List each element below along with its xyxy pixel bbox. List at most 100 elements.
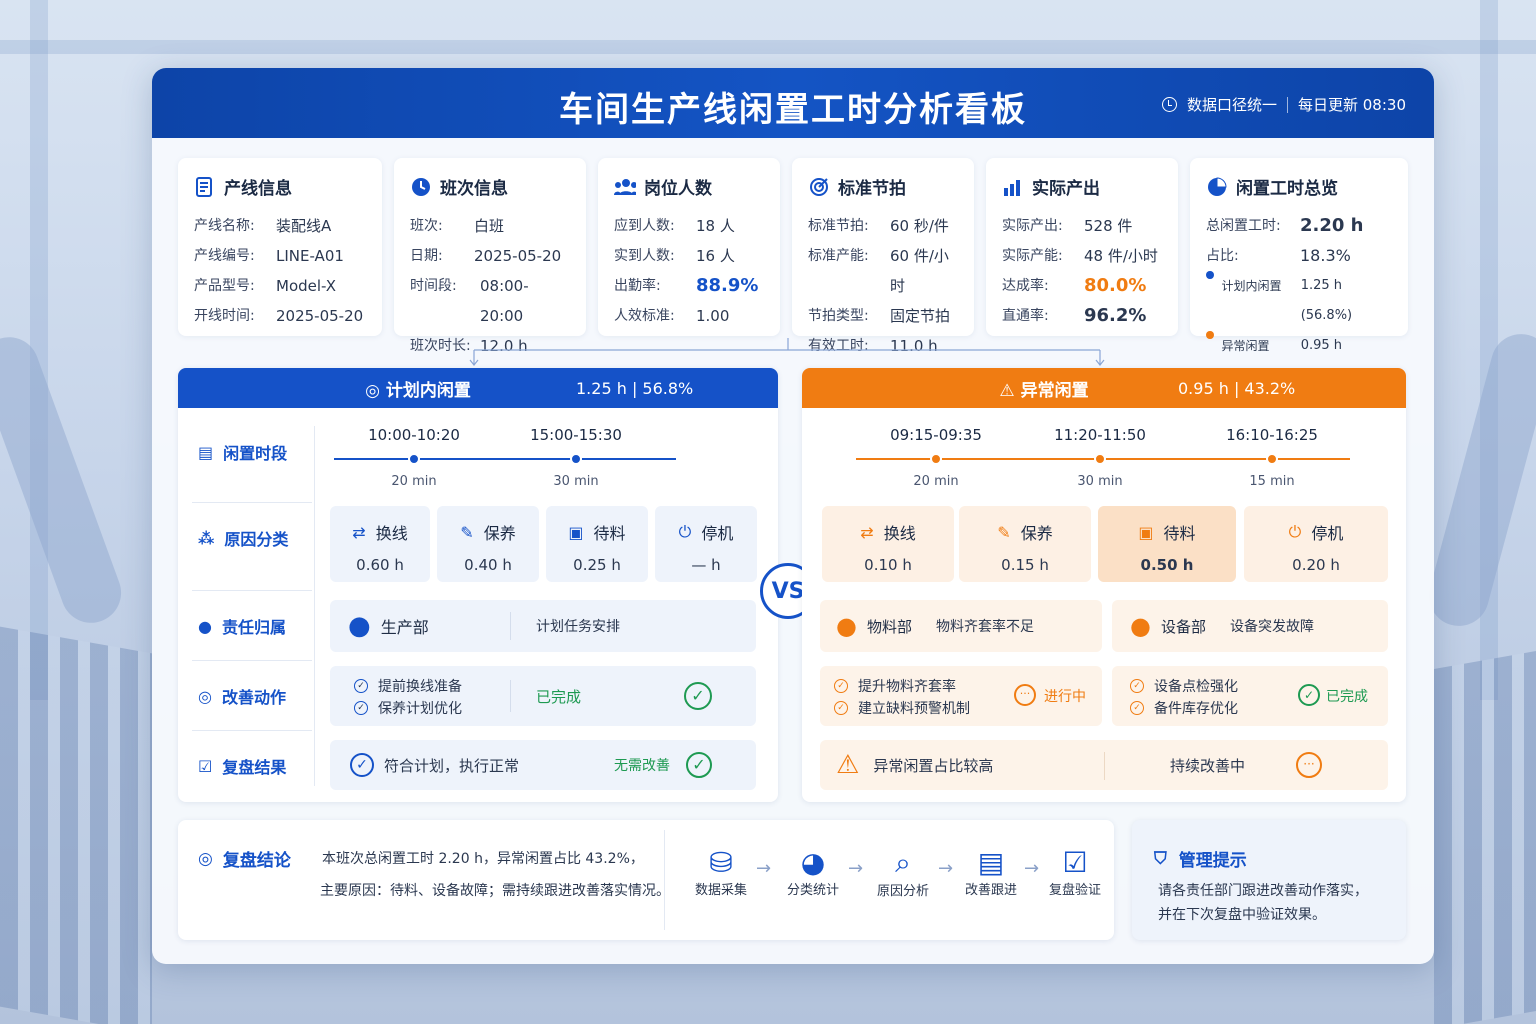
action-status: 已完成 — [1326, 689, 1368, 705]
row-label-text: 复盘结果 — [222, 758, 287, 777]
action-text: 提前换线准备 — [378, 679, 462, 695]
reason-card-waiting-material: ▣ 待料 0.25 h — [546, 506, 648, 582]
reason-name: 待料 — [593, 524, 626, 543]
reason-hours: — h — [691, 556, 721, 574]
divider — [664, 830, 665, 930]
arrow-right-icon: → — [1024, 858, 1040, 879]
people-icon — [614, 176, 636, 198]
timeline-duration: 20 min — [913, 474, 959, 489]
row-label-text: 闲置时段 — [223, 444, 288, 463]
management-tip-panel: ⛉ 管理提示 请各责任部门跟进改善动作落实， 并在下次复盘中验证效果。 — [1132, 820, 1406, 940]
achievement-rate: 80.0% — [1084, 275, 1147, 296]
total-idle-hours: 2.20 h — [1300, 215, 1364, 236]
document-icon: ▤ — [198, 442, 214, 462]
review-box: ✓ 符合计划，执行正常 无需改善 ✓ — [330, 740, 756, 790]
target-icon — [808, 176, 830, 198]
panel-value: 0.95 h | 43.2% — [1178, 378, 1296, 398]
check-circle-icon: ✓ — [684, 682, 712, 710]
field-label: 应到人数: — [614, 218, 675, 234]
divider — [1287, 96, 1288, 113]
legend-dot — [1206, 331, 1214, 339]
legend-item-planned: 计划内闲置 1.25 h (56.8%) — [1206, 271, 1392, 331]
row-label-text: 改善动作 — [221, 688, 286, 707]
planned-idle-panel: ◎ 计划内闲置 1.25 h | 56.8% ▤ 闲置时段 ⁂ 原因分类 ● 责任归属… — [178, 368, 778, 802]
reason-card-downtime: ⏻ 停机 0.20 h — [1244, 506, 1388, 582]
timeline-dot — [1266, 453, 1278, 465]
review-text: 符合计划，执行正常 — [384, 756, 520, 775]
owner-desc: 计划任务安排 — [536, 619, 620, 635]
flow-step-label: 分类统计 — [786, 883, 839, 898]
owner-dept: 物料部 — [866, 617, 912, 636]
pass-rate: 96.2% — [1084, 305, 1147, 326]
field-value: 60 秒/件 — [890, 217, 949, 235]
check-circle-icon: ✓ — [350, 753, 374, 777]
action-item: ✓ 提前换线准备 — [354, 676, 462, 696]
action-text: 备件库存优化 — [1154, 701, 1238, 717]
tip-line: 并在下次复盘中验证效果。 — [1158, 907, 1326, 923]
owner-dept: 设备部 — [1160, 617, 1206, 636]
review-status: 持续改善中 — [1170, 756, 1246, 775]
field-label: 标准产能: — [808, 248, 869, 264]
pie-chart-icon — [1206, 176, 1228, 198]
check-icon: ✓ — [1130, 701, 1144, 715]
wrench-icon: ✎ — [997, 522, 1011, 542]
arrow-right-icon: → — [756, 858, 772, 879]
flow-step-label: 数据采集 — [694, 883, 747, 898]
row-label-text: 责任归属 — [221, 618, 286, 637]
person-icon: ● — [198, 616, 212, 636]
reason-card-maintenance: ✎ 保养 0.40 h — [437, 506, 539, 582]
row-label-review: ☑ 复盘结果 — [198, 754, 318, 778]
header-meta: 数据口径统一 每日更新 08:30 — [1161, 94, 1406, 115]
idle-ratio: 18.3% — [1300, 246, 1351, 265]
reason-name: 换线 — [375, 524, 408, 543]
pie-chart-icon: ◕ — [800, 846, 826, 879]
field-label: 实际产出: — [1002, 218, 1063, 234]
field-label: 班次: — [410, 218, 443, 234]
row-label-owner: ● 责任归属 — [198, 614, 318, 638]
reason-card-maintenance: ✎ 保养 0.15 h — [959, 506, 1091, 582]
panel-title-text: 计划内闲置 — [385, 380, 471, 401]
check-circle-icon: ✓ — [686, 752, 712, 778]
check-circle-icon: ◎ — [365, 380, 386, 401]
document-icon: ▤ — [977, 846, 1005, 879]
field-value: 固定节拍 — [890, 307, 951, 325]
field-value: Model-X — [276, 277, 336, 295]
field-label: 实到人数: — [614, 248, 675, 264]
owner-dept: 生产部 — [380, 618, 429, 637]
clock-icon — [1161, 97, 1177, 112]
field-label: 节拍类型: — [808, 308, 869, 324]
timeline-duration: 30 min — [1077, 474, 1123, 489]
flow-step-label: 原因分析 — [876, 884, 929, 899]
reason-hours: 0.25 h — [573, 556, 621, 574]
card-staff: 岗位人数 应到人数: 18 人 实到人数: 16 人 出勤率: 88.9% 人效标准:… — [598, 158, 780, 336]
timeline-time: 11:20-11:50 — [1054, 426, 1146, 444]
update-time-label: 每日更新 08:30 — [1298, 96, 1406, 114]
owner-desc: 设备突发故障 — [1229, 619, 1314, 635]
panel-header: ⚠ 异常闲置 0.95 h | 43.2% — [802, 368, 1406, 408]
box-icon: ▣ — [568, 522, 584, 542]
card-title: 班次信息 — [440, 179, 508, 199]
field-label: 产品型号: — [194, 278, 255, 294]
divider — [192, 502, 312, 503]
timeline-dot — [570, 453, 582, 465]
action-box-equipment: ✓ 设备点检强化 ✓ 备件库存优化 ✓ 已完成 — [1112, 666, 1388, 726]
swap-icon: ⇄ — [860, 522, 874, 542]
field-value: LINE-A01 — [276, 247, 344, 265]
data-scope-label: 数据口径统一 — [1186, 96, 1277, 114]
bar-chart-icon — [1002, 176, 1024, 198]
divider — [192, 660, 312, 661]
field-label: 占比: — [1206, 248, 1239, 264]
action-box-material: ✓ 提升物料齐套率 ✓ 建立缺料预警机制 ··· 进行中 — [820, 666, 1102, 726]
clock-icon — [410, 176, 432, 198]
conclusion-title-text: 复盘结论 — [222, 851, 291, 871]
timeline-duration: 20 min — [391, 474, 437, 489]
action-item: ✓ 设备点检强化 — [1130, 676, 1238, 696]
flow-step-cause-analysis: ⌕ 原因分析 — [868, 846, 938, 899]
action-text: 保养计划优化 — [378, 701, 462, 717]
person-icon: ● — [348, 611, 371, 641]
card-title: 实际产出 — [1032, 179, 1100, 199]
reason-card-changeover: ⇄ 换线 0.60 h — [330, 506, 430, 582]
divider — [510, 612, 511, 640]
divider — [1104, 752, 1105, 780]
field-label: 产线名称: — [194, 218, 255, 234]
